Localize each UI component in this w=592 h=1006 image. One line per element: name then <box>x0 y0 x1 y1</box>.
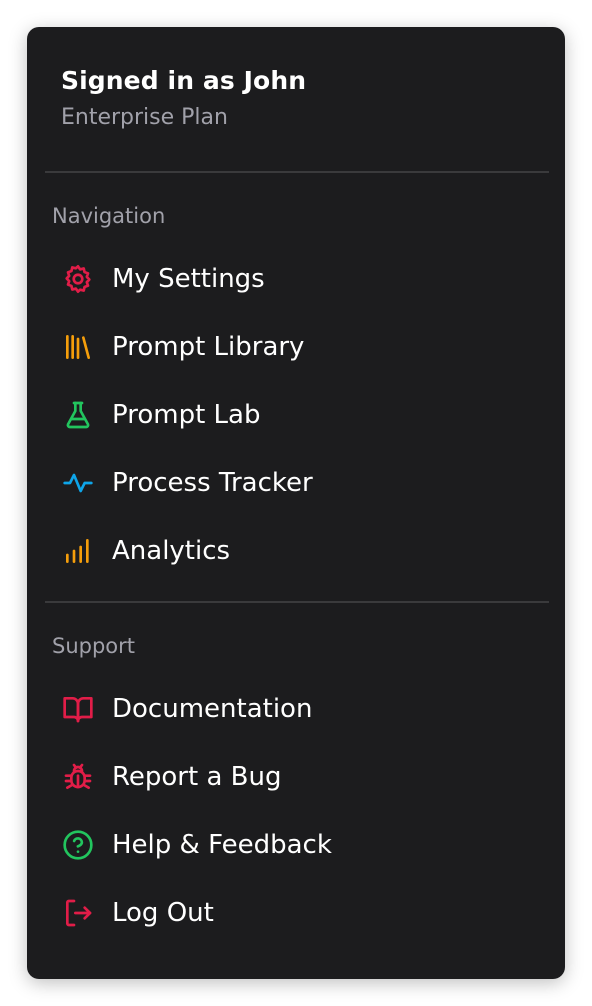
flask-icon <box>61 398 95 432</box>
menu-item-documentation[interactable]: Documentation <box>52 681 548 737</box>
menu-item-process-tracker[interactable]: Process Tracker <box>52 455 548 511</box>
library-icon <box>61 330 95 364</box>
menu-item-label: Report a Bug <box>112 762 282 792</box>
activity-icon <box>61 466 95 500</box>
help-circle-icon <box>61 828 95 862</box>
user-dropdown-menu: Signed in as John Enterprise Plan Naviga… <box>27 27 565 979</box>
user-header: Signed in as John Enterprise Plan <box>61 65 306 133</box>
menu-item-my-settings[interactable]: My Settings <box>52 251 548 307</box>
menu-item-prompt-library[interactable]: Prompt Library <box>52 319 548 375</box>
menu-item-label: My Settings <box>112 264 265 294</box>
menu-item-label: Process Tracker <box>112 468 313 498</box>
plan-label: Enterprise Plan <box>61 105 228 130</box>
menu-item-prompt-lab[interactable]: Prompt Lab <box>52 387 548 443</box>
bug-icon <box>61 760 95 794</box>
menu-item-analytics[interactable]: Analytics <box>52 523 548 579</box>
menu-item-label: Log Out <box>112 898 214 928</box>
menu-item-help-feedback[interactable]: Help & Feedback <box>52 817 548 873</box>
divider <box>45 601 549 603</box>
section-label-support: Support <box>52 634 136 658</box>
signed-in-user: Signed in as John <box>61 66 307 95</box>
menu-item-label: Help & Feedback <box>112 830 332 860</box>
menu-item-label: Prompt Library <box>112 332 305 362</box>
book-open-icon <box>61 692 95 726</box>
bar-chart-icon <box>61 534 95 568</box>
menu-item-label: Prompt Lab <box>112 400 261 430</box>
menu-item-log-out[interactable]: Log Out <box>52 885 548 941</box>
divider <box>45 171 549 173</box>
menu-item-label: Analytics <box>112 536 231 566</box>
section-label-navigation: Navigation <box>52 204 166 228</box>
log-out-icon <box>61 896 95 930</box>
menu-item-report-a-bug[interactable]: Report a Bug <box>52 749 548 805</box>
menu-item-label: Documentation <box>112 694 313 724</box>
gear-icon <box>61 262 95 296</box>
